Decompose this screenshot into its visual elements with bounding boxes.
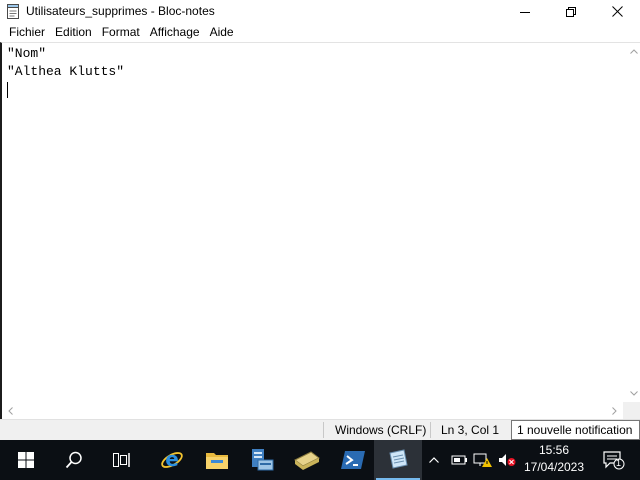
- internet-explorer-icon: e: [161, 448, 183, 471]
- restore-button[interactable]: [548, 0, 594, 23]
- horizontal-scrollbar[interactable]: [2, 402, 623, 419]
- menu-format[interactable]: Format: [97, 23, 145, 42]
- folder-icon: [206, 453, 228, 469]
- tray-device-button[interactable]: [448, 440, 470, 480]
- scroll-right-button[interactable]: [606, 402, 623, 419]
- notification-tooltip: 1 nouvelle notification: [511, 420, 640, 440]
- taskbar-clock[interactable]: 15:56 17/04/2023: [518, 442, 590, 478]
- action-center-button[interactable]: 1: [592, 440, 636, 480]
- server-manager-icon: [252, 449, 274, 471]
- file-explorer-button[interactable]: [193, 440, 241, 480]
- notepad-icon: [389, 449, 408, 469]
- chevron-left-icon: [8, 406, 13, 415]
- volume-muted-icon: [499, 454, 516, 466]
- task-view-button[interactable]: [98, 440, 146, 480]
- internet-explorer-button[interactable]: e: [148, 440, 196, 480]
- search-button[interactable]: [50, 440, 98, 480]
- vertical-scrollbar[interactable]: [625, 43, 640, 402]
- menu-affichage[interactable]: Affichage: [145, 23, 205, 42]
- clock-date: 17/04/2023: [523, 460, 585, 474]
- scroll-left-button[interactable]: [2, 402, 19, 419]
- chevron-down-icon: [629, 391, 638, 396]
- status-encoding: Windows (CRLF): [335, 423, 427, 437]
- task-view-icon: [113, 453, 130, 467]
- clock-time: 15:56: [538, 443, 570, 457]
- minimize-icon: [520, 11, 530, 13]
- scrollbar-corner: [623, 402, 640, 419]
- network-warning-icon: [473, 453, 492, 467]
- chevron-up-icon: [629, 49, 638, 54]
- scroll-down-button[interactable]: [625, 385, 640, 402]
- menu-edition[interactable]: Edition: [50, 23, 97, 42]
- close-button[interactable]: [594, 0, 640, 23]
- notification-count-badge: 1: [616, 458, 622, 468]
- text-line-3: [7, 81, 623, 99]
- status-bar: Windows (CRLF) Ln 3, Col 1 1 nouvelle no…: [0, 419, 640, 440]
- editor-pane: "Nom" "Althea Klutts": [0, 42, 640, 419]
- directory-icon: [294, 451, 320, 470]
- scroll-up-button[interactable]: [625, 43, 640, 60]
- search-icon: [65, 451, 82, 469]
- restore-icon: [566, 6, 576, 17]
- notification-icon: [603, 451, 625, 470]
- svg-text:e: e: [165, 448, 179, 471]
- show-hidden-icons-button[interactable]: [424, 440, 444, 480]
- menu-fichier[interactable]: Fichier: [0, 23, 50, 42]
- powershell-button[interactable]: [329, 440, 377, 480]
- menu-aide[interactable]: Aide: [205, 23, 239, 42]
- start-button[interactable]: [2, 440, 50, 480]
- text-line-2: "Althea Klutts": [7, 64, 125, 79]
- text-area[interactable]: "Nom" "Althea Klutts": [7, 45, 623, 400]
- close-icon: [611, 6, 623, 17]
- title-bar[interactable]: Utilisateurs_supprimes - Bloc-notes: [0, 0, 640, 23]
- network-status-button[interactable]: [472, 440, 494, 480]
- minimize-button[interactable]: [502, 0, 548, 23]
- chevron-right-icon: [612, 406, 617, 415]
- server-manager-button[interactable]: [238, 440, 286, 480]
- volume-button[interactable]: [496, 440, 518, 480]
- notepad-taskbar-button[interactable]: [374, 440, 422, 480]
- text-line-1: "Nom": [7, 46, 47, 61]
- window-title: Utilisateurs_supprimes - Bloc-notes: [26, 4, 215, 18]
- notepad-app-icon: [6, 4, 20, 19]
- text-caret: [7, 82, 8, 98]
- chevron-up-icon: [429, 457, 439, 463]
- powershell-icon: [341, 451, 365, 469]
- taskbar: e 15:56 17/04/2023 1: [0, 440, 640, 480]
- status-cursor-position: Ln 3, Col 1: [441, 423, 500, 437]
- menu-bar: Fichier Edition Format Affichage Aide: [0, 23, 640, 42]
- windows-logo-icon: [18, 452, 34, 468]
- device-icon: [451, 455, 467, 465]
- status-divider: [430, 422, 431, 438]
- directory-tool-button[interactable]: [283, 440, 331, 480]
- status-divider: [323, 422, 324, 438]
